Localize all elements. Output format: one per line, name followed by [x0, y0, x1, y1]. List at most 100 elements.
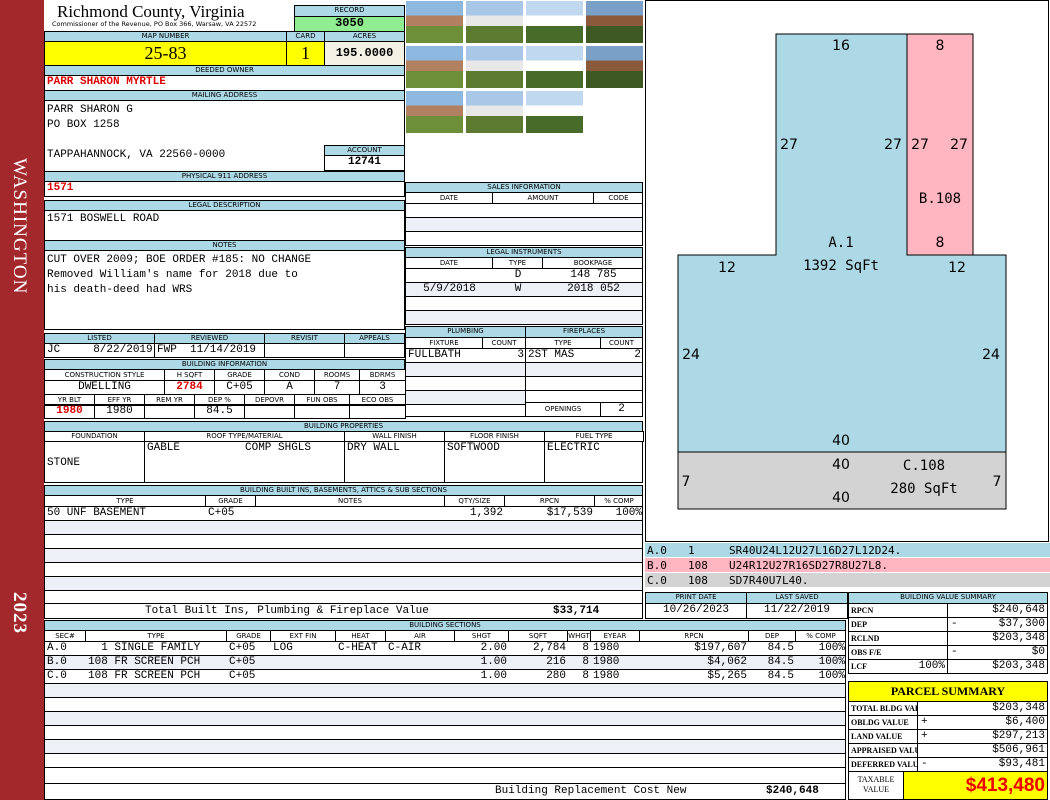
dim-label: 8 — [936, 235, 945, 251]
sections-column-header: WHGT — [568, 631, 591, 641]
builtins-row: 50 UNF BASEMENT C+05 1,392 $17,539 100% — [45, 507, 642, 521]
sections-cell — [640, 726, 749, 739]
building-info-value — [294, 404, 350, 419]
sections-cell — [640, 684, 749, 697]
sections-cell — [271, 656, 336, 669]
plumbing-cell — [483, 363, 525, 376]
sections-cell — [568, 698, 591, 711]
builtins-cell — [445, 563, 505, 576]
instruments-row — [406, 311, 642, 324]
plumbing-cell — [406, 363, 483, 376]
fireplaces-header-row: TYPE COUNT — [526, 338, 642, 349]
sections-cell — [591, 740, 640, 753]
sections-cell — [591, 698, 640, 711]
sections-cell — [796, 754, 845, 767]
sections-cell — [509, 684, 568, 697]
dim-label: 27 — [950, 137, 968, 153]
parcel-summary-label: APPRAISED VALUE — [848, 743, 918, 758]
sales-header-row: DATE AMOUNT CODE — [406, 193, 642, 204]
sections-cell — [86, 754, 227, 767]
properties-header: FUEL TYPE — [544, 431, 644, 442]
builtins-total-row: Total Built Ins, Plumbing & Fireplace Va… — [44, 603, 643, 619]
sections-cell: C-AIR — [388, 642, 422, 654]
sections-cell: 8 — [582, 656, 589, 668]
floor-finish-value: SOFTWOOD — [444, 441, 545, 483]
builtins-cell — [595, 521, 642, 534]
builtins-cell — [445, 521, 505, 534]
instruments-row — [406, 297, 642, 311]
property-photo — [585, 0, 644, 44]
builtins-cell — [45, 549, 206, 562]
parcel-summary-sign: + — [921, 730, 928, 742]
last-saved-date: 11/22/2019 — [746, 603, 848, 619]
building-info-value — [349, 404, 406, 419]
sections-cell: 100% — [818, 670, 845, 682]
value-summary-pct — [880, 631, 945, 645]
sections-cell: B.0 — [47, 656, 67, 668]
sections-cell: C+05 — [229, 642, 256, 654]
building-info-value: 1980 — [44, 404, 95, 419]
parcel-summary-title: PARCEL SUMMARY — [848, 681, 1048, 702]
sections-cell — [749, 712, 796, 725]
sections-row: A.0 1 SINGLE FAMILY C+05 LOG C-HEAT C-AIR 2.0… — [45, 642, 845, 656]
builtins-column-header: % COMP — [595, 496, 642, 506]
builtins-row — [45, 577, 642, 591]
dim-label: 12 — [718, 260, 736, 276]
dim-label: 7 — [993, 474, 1002, 490]
sections-cell — [640, 754, 749, 767]
sections-cell: $4,062 — [707, 656, 747, 668]
sections-cell: 2.00 — [480, 642, 507, 654]
sections-cell — [45, 712, 86, 725]
building-info-value: 84.5 — [194, 404, 245, 419]
taxable-value-label: TAXABLE VALUE — [848, 771, 904, 800]
district-label: WASHINGTON — [9, 158, 30, 295]
sketch-code-cell: 1 — [688, 544, 695, 557]
builtins-cell: 50 UNF BASEMENT — [47, 507, 147, 519]
dim-label: 8 — [936, 38, 945, 54]
notes-line: CUT OVER 2009; BOE ORDER #185: NO CHANGE — [47, 254, 312, 266]
openings-value: 2 — [600, 402, 643, 417]
sketch-code-row: A.0 1 SR40U24L12U27L16D27L12D24. — [645, 543, 1050, 558]
property-photo — [405, 90, 464, 134]
sections-cell: 216 — [546, 656, 566, 668]
property-photo — [525, 90, 584, 134]
sections-cell: 100% — [818, 656, 845, 668]
builtins-cell — [45, 521, 206, 534]
parcel-summary-label: DEFERRED VALUE — [848, 757, 918, 772]
sections-cell — [796, 698, 845, 711]
sections-rows: A.0 1 SINGLE FAMILY C+05 LOG C-HEAT C-AIR 2.0… — [45, 642, 845, 799]
instruments-cell: 148 785 — [570, 269, 617, 281]
print-date: 10/26/2023 — [645, 603, 747, 619]
sections-cell — [455, 726, 509, 739]
sections-cell — [336, 670, 386, 683]
value-summary-pct — [880, 603, 945, 617]
sketch-code-cell: 108 — [688, 574, 708, 587]
dim-label: 27 — [884, 137, 902, 153]
section-c-name: C.108 — [903, 458, 945, 474]
builtins-cell: $17,539 — [546, 507, 593, 519]
dim-label: 12 — [948, 260, 966, 276]
sections-cell: 84.5 — [767, 642, 794, 654]
section-c-area: 280 SqFt — [890, 481, 957, 497]
instruments-cell: W — [514, 283, 522, 295]
sections-cell — [271, 712, 336, 725]
sales-cell — [493, 218, 594, 231]
wall-finish-value: DRY WALL — [344, 441, 445, 483]
sections-cell — [271, 754, 336, 767]
sections-cell — [749, 684, 796, 697]
sections-cell — [749, 754, 796, 767]
plumbing-cell — [406, 377, 483, 390]
sections-cell — [640, 740, 749, 753]
sections-cell — [568, 740, 591, 753]
builtins-cell — [206, 577, 256, 590]
builtins-cell — [505, 563, 595, 576]
sections-cell — [45, 754, 86, 767]
building-info-value: A — [264, 380, 315, 395]
plumbing-cell — [406, 391, 483, 404]
sections-row — [45, 754, 845, 768]
notes-line: Removed William's name for 2018 due to — [47, 269, 298, 281]
sections-cell — [336, 740, 386, 753]
sections-cell — [568, 754, 591, 767]
sales-row — [406, 204, 642, 218]
sections-cell — [509, 740, 568, 753]
